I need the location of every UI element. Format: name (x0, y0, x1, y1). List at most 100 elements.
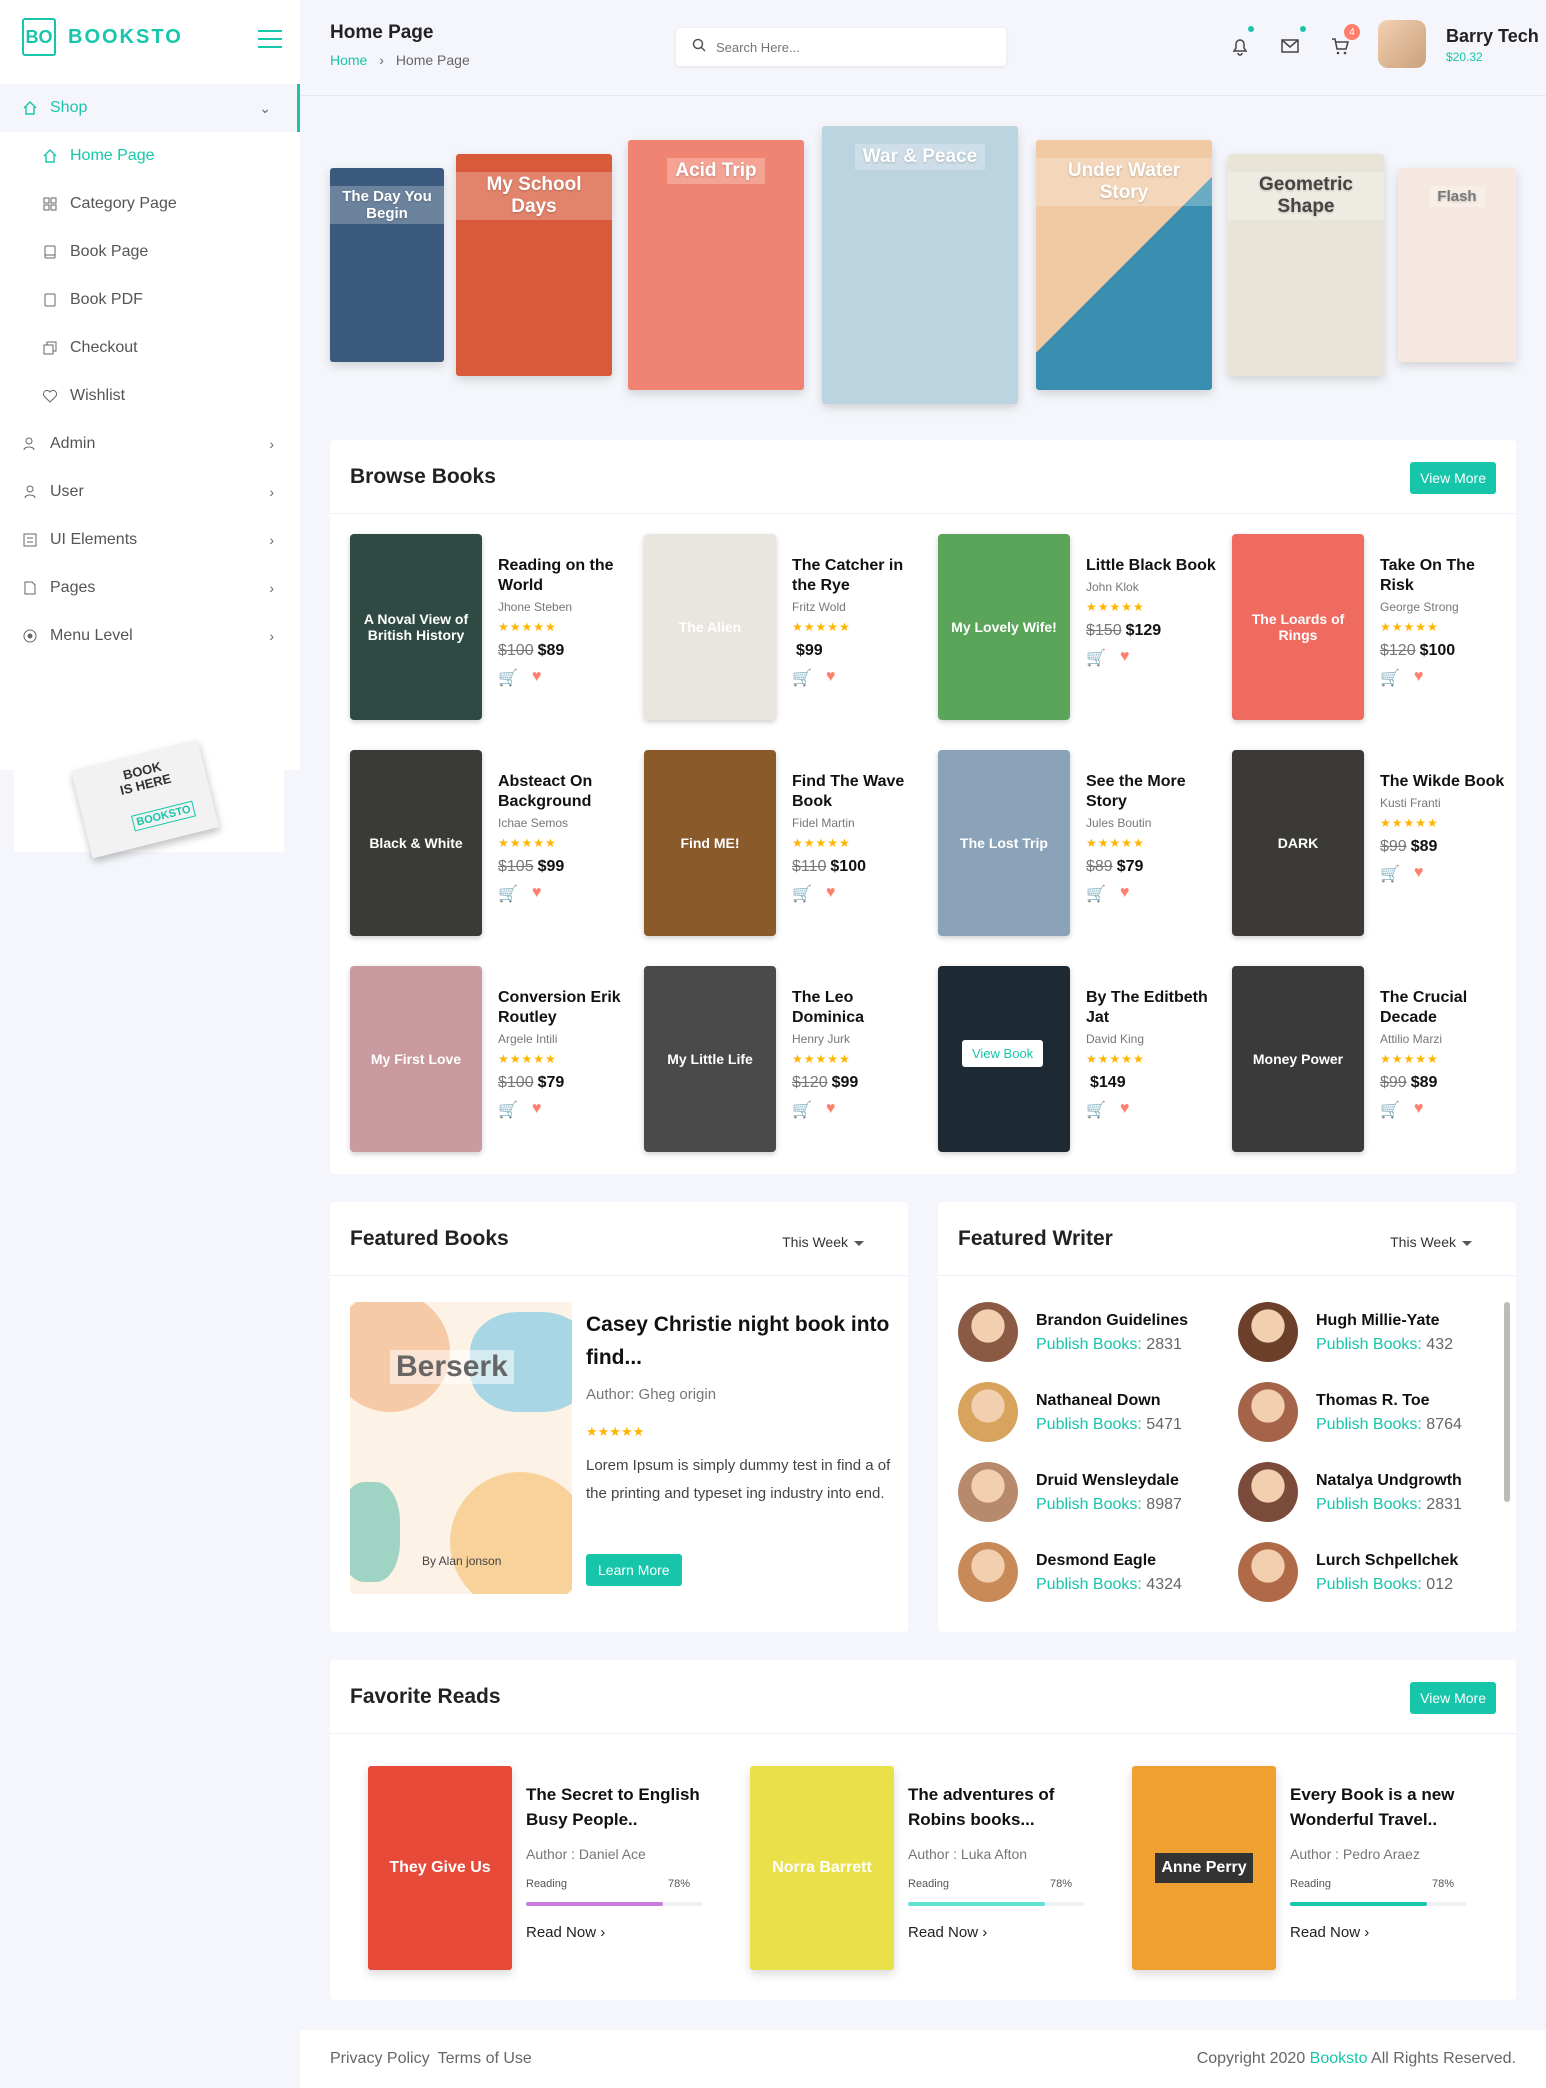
book-card[interactable]: My First Love Conversion Erik Routley Ar… (350, 966, 630, 1152)
book-title[interactable]: By The Editbeth Jat (1086, 988, 1216, 1028)
wishlist-heart-icon[interactable]: ♥ (1120, 648, 1130, 668)
book-cover[interactable]: Money Power (1232, 966, 1364, 1152)
bell-icon[interactable] (1230, 26, 1254, 58)
writer-name[interactable]: Thomas R. Toe (1316, 1392, 1430, 1410)
slider-book[interactable]: Flash (1398, 168, 1516, 362)
wishlist-heart-icon[interactable]: ♥ (826, 884, 836, 904)
privacy-policy-link[interactable]: Privacy Policy (330, 2050, 430, 2068)
slider-book[interactable]: The Day You Begin (330, 168, 444, 362)
user-avatar[interactable] (1378, 20, 1426, 68)
book-title[interactable]: The Crucial Decade (1380, 988, 1510, 1028)
book-title[interactable]: Conversion Erik Routley (498, 988, 628, 1028)
book-card[interactable]: The Loards of Rings Take On The Risk Geo… (1232, 534, 1512, 720)
sidebar-item-pages[interactable]: Pages › (0, 564, 300, 612)
slider-book[interactable]: Geometric Shape (1228, 154, 1384, 376)
sidebar-item-wishlist[interactable]: Wishlist (0, 372, 300, 420)
writer-avatar[interactable] (1238, 1542, 1298, 1602)
featured-writer-filter[interactable]: This Week (1390, 1234, 1472, 1250)
wishlist-heart-icon[interactable]: ♥ (1120, 884, 1130, 904)
book-cover[interactable]: Find ME! (644, 750, 776, 936)
writer-item[interactable]: Brandon Guidelines Publish Books: 2831 (958, 1302, 1228, 1364)
writer-avatar[interactable] (1238, 1382, 1298, 1442)
writer-avatar[interactable] (1238, 1302, 1298, 1362)
favorite-book-cover[interactable]: Norra Barrett (750, 1766, 894, 1970)
writer-name[interactable]: Brandon Guidelines (1036, 1312, 1188, 1330)
featured-book-cover[interactable]: Berserk By Alan jonson (350, 1302, 572, 1594)
featured-books-filter[interactable]: This Week (782, 1234, 864, 1250)
writer-item[interactable]: Lurch Schpellchek Publish Books: 012 (1238, 1542, 1508, 1604)
writer-name[interactable]: Hugh Millie-Yate (1316, 1312, 1440, 1330)
wishlist-heart-icon[interactable]: ♥ (826, 668, 836, 688)
add-to-cart-icon[interactable]: 🛒 (1380, 1100, 1400, 1120)
favorite-view-more-button[interactable]: View More (1410, 1682, 1496, 1714)
book-title[interactable]: Take On The Risk (1380, 556, 1510, 596)
book-cover[interactable]: Black & White (350, 750, 482, 936)
featured-book-title[interactable]: Casey Christie night book into find... (586, 1308, 896, 1374)
writer-avatar[interactable] (958, 1462, 1018, 1522)
read-now-link[interactable]: Read Now › (908, 1924, 987, 1941)
book-card[interactable]: My Lovely Wife! Little Black Book John K… (938, 534, 1218, 720)
sidebar-item-user[interactable]: User › (0, 468, 300, 516)
slider-book[interactable]: Acid Trip (628, 140, 804, 390)
book-cover[interactable]: My Little Life (644, 966, 776, 1152)
sidebar-item-menu-level[interactable]: Menu Level › (0, 612, 300, 660)
book-title[interactable]: See the More Story (1086, 772, 1216, 812)
add-to-cart-icon[interactable]: 🛒 (1380, 668, 1400, 688)
wishlist-heart-icon[interactable]: ♥ (1120, 1100, 1130, 1120)
user-name[interactable]: Barry Tech (1446, 26, 1539, 47)
writer-avatar[interactable] (1238, 1462, 1298, 1522)
sidebar-item-checkout[interactable]: Checkout (0, 324, 300, 372)
writer-scrollbar[interactable] (1504, 1302, 1510, 1502)
sidebar-item-shop[interactable]: Shop ⌄ (0, 84, 300, 132)
book-title[interactable]: The Leo Dominica (792, 988, 922, 1028)
wishlist-heart-icon[interactable]: ♥ (826, 1100, 836, 1120)
add-to-cart-icon[interactable]: 🛒 (792, 884, 812, 904)
book-card[interactable]: Black & White Absteact On Background Ich… (350, 750, 630, 936)
sidebar-item-home-page[interactable]: Home Page (0, 132, 300, 180)
slider-book[interactable]: My School Days (456, 154, 612, 376)
wishlist-heart-icon[interactable]: ♥ (1414, 864, 1424, 884)
add-to-cart-icon[interactable]: 🛒 (792, 668, 812, 688)
add-to-cart-icon[interactable]: 🛒 (498, 668, 518, 688)
hamburger-menu-icon[interactable] (258, 30, 282, 54)
wishlist-heart-icon[interactable]: ♥ (532, 884, 542, 904)
writer-name[interactable]: Natalya Undgrowth (1316, 1472, 1462, 1490)
wishlist-heart-icon[interactable]: ♥ (532, 1100, 542, 1120)
writer-avatar[interactable] (958, 1542, 1018, 1602)
learn-more-button[interactable]: Learn More (586, 1554, 682, 1586)
slider-book[interactable]: War & Peace (822, 126, 1018, 404)
book-card[interactable]: Money Power The Crucial Decade Attilio M… (1232, 966, 1512, 1152)
book-cover[interactable]: Gone WithView Book (938, 966, 1070, 1152)
sidebar-item-admin[interactable]: Admin › (0, 420, 300, 468)
add-to-cart-icon[interactable]: 🛒 (498, 884, 518, 904)
book-cover[interactable]: DARK (1232, 750, 1364, 936)
sidebar-item-ui-elements[interactable]: UI Elements › (0, 516, 300, 564)
sidebar-item-category-page[interactable]: Category Page (0, 180, 300, 228)
writer-name[interactable]: Druid Wensleydale (1036, 1472, 1179, 1490)
mail-icon[interactable] (1280, 26, 1306, 58)
book-cover[interactable]: My First Love (350, 966, 482, 1152)
favorite-book-cover[interactable]: They Give Us (368, 1766, 512, 1970)
cart-icon[interactable]: 4 (1330, 24, 1360, 58)
sidebar-item-book-page[interactable]: Book Page (0, 228, 300, 276)
add-to-cart-icon[interactable]: 🛒 (792, 1100, 812, 1120)
favorite-book-title[interactable]: The adventures of Robins books... (908, 1782, 1098, 1832)
writer-avatar[interactable] (958, 1302, 1018, 1362)
book-card[interactable]: The Lost Trip See the More Story Jules B… (938, 750, 1218, 936)
book-card[interactable]: My Little Life The Leo Dominica Henry Ju… (644, 966, 924, 1152)
sidebar-item-book-pdf[interactable]: Book PDF (0, 276, 300, 324)
writer-item[interactable]: Druid Wensleydale Publish Books: 8987 (958, 1462, 1228, 1524)
search-input[interactable] (716, 39, 976, 55)
add-to-cart-icon[interactable]: 🛒 (1380, 864, 1400, 884)
favorite-book-cover[interactable]: Anne Perry (1132, 1766, 1276, 1970)
book-cover[interactable]: The Lost Trip (938, 750, 1070, 936)
book-cover[interactable]: My Lovely Wife! (938, 534, 1070, 720)
book-cover[interactable]: The Loards of Rings (1232, 534, 1364, 720)
copyright-brand-link[interactable]: Booksto (1310, 2050, 1368, 2067)
book-title[interactable]: The Catcher in the Rye (792, 556, 922, 596)
terms-of-use-link[interactable]: Terms of Use (438, 2050, 532, 2068)
writer-name[interactable]: Nathaneal Down (1036, 1392, 1160, 1410)
wishlist-heart-icon[interactable]: ♥ (1414, 1100, 1424, 1120)
search-box[interactable] (676, 28, 1006, 66)
brand-logo[interactable]: BO BOOKSTO (22, 18, 183, 56)
